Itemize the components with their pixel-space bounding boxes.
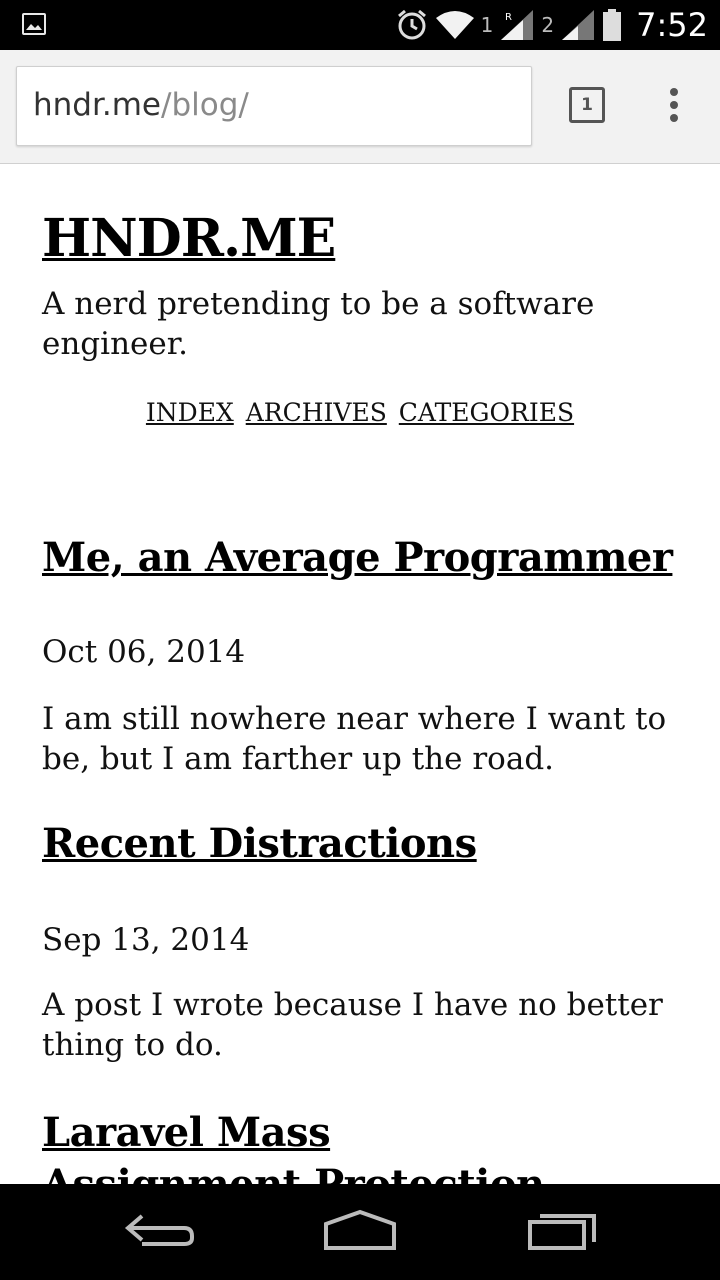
site-title-link[interactable]: HNDR.ME — [42, 208, 336, 269]
back-icon[interactable] — [124, 1208, 196, 1252]
web-page: HNDR.ME A nerd pretending to be a softwa… — [0, 164, 720, 1184]
sim1-label: 1 — [480, 13, 494, 37]
url-path: /blog/ — [161, 87, 249, 123]
browser-toolbar: hndr.me/blog/ 1 — [0, 50, 720, 164]
site-nav: INDEX ARCHIVES CATEGORIES — [0, 398, 720, 427]
post-date: Oct 06, 2014 — [42, 634, 246, 670]
clock: 7:52 — [636, 6, 708, 44]
status-bar: 1 R 2 7:52 — [0, 0, 720, 50]
post-title-link[interactable]: Recent Distractions — [42, 820, 477, 867]
signal-icon — [562, 10, 595, 40]
url-bar[interactable]: hndr.me/blog/ — [16, 66, 532, 146]
post-summary: A post I wrote because I have no better … — [42, 987, 663, 1063]
battery-icon — [603, 9, 622, 41]
image-icon — [22, 13, 46, 35]
nav-link-archives[interactable]: ARCHIVES — [246, 398, 387, 427]
signal-icon: R — [501, 10, 534, 40]
system-nav-bar — [0, 1184, 720, 1280]
overflow-menu-icon[interactable] — [664, 88, 684, 124]
nav-link-categories[interactable]: CATEGORIES — [399, 398, 574, 427]
recent-apps-icon[interactable] — [526, 1208, 598, 1252]
home-icon[interactable] — [322, 1208, 398, 1252]
svg-text:R: R — [505, 12, 512, 23]
site-tagline: A nerd pretending to be a software engin… — [42, 286, 595, 362]
nav-link-index[interactable]: INDEX — [146, 398, 234, 427]
post-summary: I am still nowhere near where I want to … — [42, 701, 667, 777]
url-host: hndr.me — [33, 87, 161, 123]
wifi-icon — [435, 11, 474, 39]
post-date: Sep 13, 2014 — [42, 922, 250, 958]
url-text[interactable]: hndr.me/blog/ — [33, 87, 249, 123]
sim2-label: 2 — [541, 13, 555, 37]
alarm-icon — [397, 9, 426, 40]
post-title-link[interactable]: Laravel Mass Assignment Protection - Bla… — [42, 1107, 602, 1184]
tab-switcher-button[interactable]: 1 — [569, 87, 605, 123]
post-title-link[interactable]: Me, an Average Programmer — [42, 534, 673, 581]
